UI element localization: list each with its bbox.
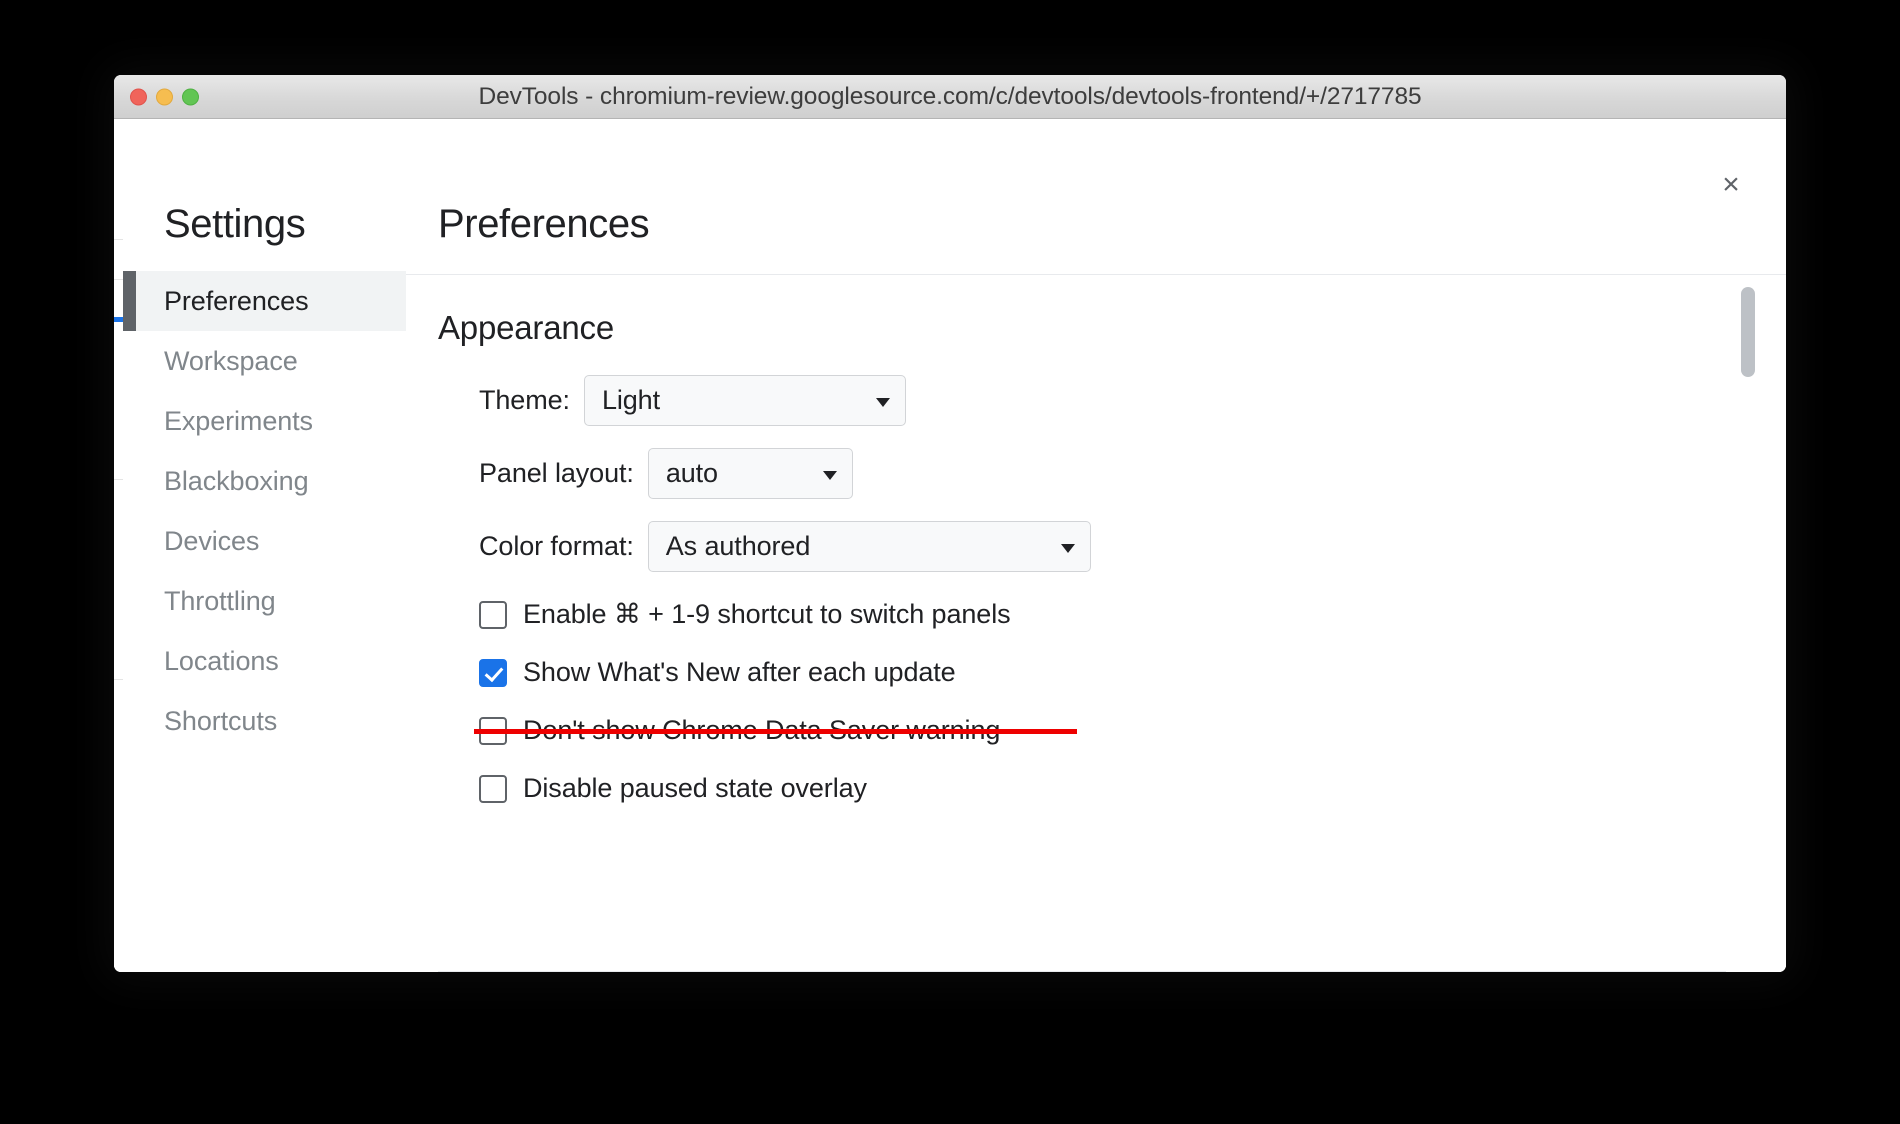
sidebar-item-label: Shortcuts [164, 705, 278, 736]
window-body: × Settings Preferences Workspace Experim… [114, 119, 1786, 972]
strikethrough-annotation [474, 728, 1077, 734]
disable-paused-overlay-label: Disable paused state overlay [523, 773, 867, 803]
settings-sidebar: Settings Preferences Workspace Experimen… [123, 151, 406, 972]
disable-paused-overlay-checkbox[interactable] [479, 774, 507, 803]
sidebar-item-shortcuts[interactable]: Shortcuts [123, 691, 406, 751]
theme-select-value: Light [601, 385, 660, 415]
window-title: DevTools - chromium-review.googlesource.… [478, 82, 1422, 110]
chevron-down-icon [875, 397, 890, 407]
section-heading-appearance: Appearance [438, 309, 614, 346]
panel-layout-select[interactable]: auto [647, 448, 853, 499]
checkbox-row-show-whats-new[interactable]: Show What's New after each update [438, 657, 1786, 688]
dialog-body: Settings Preferences Workspace Experimen… [123, 151, 1786, 972]
sidebar-item-throttling[interactable]: Throttling [123, 571, 406, 631]
theme-label: Theme: [479, 385, 570, 415]
enable-shortcut-label: Enable ⌘ + 1-9 shortcut to switch panels [523, 599, 1011, 629]
sidebar-item-label: Workspace [164, 345, 298, 376]
page-title: Preferences [438, 202, 650, 246]
content-bottom-divider [438, 971, 1726, 972]
settings-dialog: × Settings Preferences Workspace Experim… [123, 151, 1786, 972]
color-format-select-value: As authored [665, 531, 811, 561]
sidebar-item-devices[interactable]: Devices [123, 511, 406, 571]
sidebar-item-label: Devices [164, 525, 260, 556]
devtools-window: DevTools - chromium-review.googlesource.… [114, 75, 1786, 972]
sidebar-item-label: Locations [164, 645, 279, 676]
enable-shortcut-checkbox[interactable] [479, 600, 507, 629]
minimize-window-button[interactable] [156, 88, 173, 105]
preferences-scroll-area[interactable]: Appearance Theme: Light Panel layout: au… [406, 274, 1786, 972]
sidebar-title: Settings [164, 202, 306, 246]
color-format-label: Color format: [479, 531, 634, 561]
panel-layout-select-value: auto [665, 458, 718, 488]
sidebar-item-experiments[interactable]: Experiments [123, 391, 406, 451]
chevron-down-icon [1060, 543, 1075, 553]
sidebar-item-label: Preferences [164, 285, 309, 316]
theme-select[interactable]: Light [583, 375, 906, 426]
zoom-window-button[interactable] [182, 88, 199, 105]
preferences-scrollbar-track[interactable] [1741, 275, 1755, 972]
checkbox-row-enable-shortcut[interactable]: Enable ⌘ + 1-9 shortcut to switch panels [438, 599, 1786, 630]
sidebar-item-locations[interactable]: Locations [123, 631, 406, 691]
field-row-panel-layout: Panel layout: auto [438, 448, 1786, 499]
sidebar-item-label: Throttling [164, 585, 276, 616]
field-row-theme: Theme: Light [438, 375, 1786, 426]
field-row-color-format: Color format: As authored [438, 521, 1786, 572]
settings-content: Preferences Appearance Theme: Light Pane… [406, 151, 1786, 972]
sidebar-item-preferences[interactable]: Preferences [123, 271, 406, 331]
sidebar-item-label: Experiments [164, 405, 313, 436]
show-whats-new-label: Show What's New after each update [523, 657, 956, 687]
screenshot-root: DevTools - chromium-review.googlesource.… [0, 0, 1900, 1124]
sidebar-item-label: Blackboxing [164, 465, 309, 496]
sidebar-item-blackboxing[interactable]: Blackboxing [123, 451, 406, 511]
preferences-scrollbar-thumb[interactable] [1741, 287, 1755, 377]
close-window-button[interactable] [130, 88, 147, 105]
traffic-light-group [130, 88, 199, 105]
sidebar-item-workspace[interactable]: Workspace [123, 331, 406, 391]
window-titlebar: DevTools - chromium-review.googlesource.… [114, 75, 1786, 119]
show-whats-new-checkbox[interactable] [479, 658, 507, 687]
checkbox-row-disable-paused-overlay[interactable]: Disable paused state overlay [438, 773, 1786, 804]
panel-layout-label: Panel layout: [479, 458, 634, 488]
color-format-select[interactable]: As authored [647, 521, 1091, 572]
chevron-down-icon [822, 470, 837, 480]
checkbox-row-data-saver-warning[interactable]: Don't show Chrome Data Saver warning [438, 715, 1786, 746]
